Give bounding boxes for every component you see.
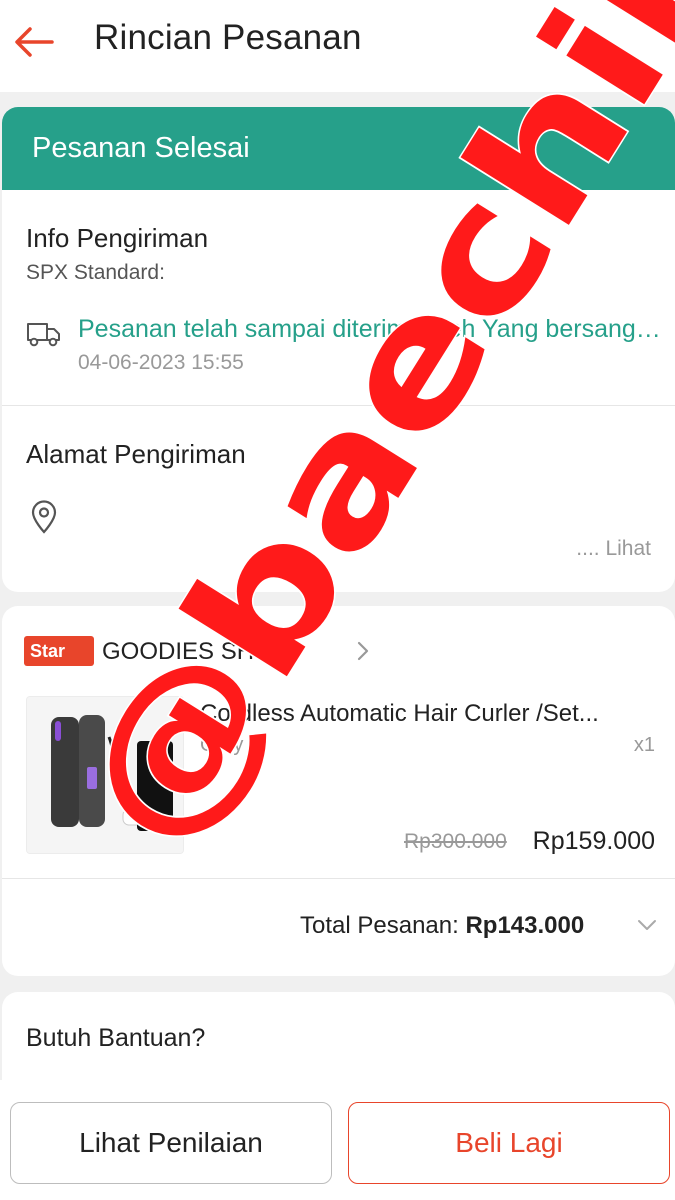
see-more-link[interactable]: .... Lihat bbox=[576, 537, 651, 561]
divider bbox=[2, 878, 675, 879]
shipping-info-title: Info Pengiriman bbox=[26, 223, 209, 253]
truck-icon bbox=[26, 320, 62, 353]
product-image[interactable] bbox=[26, 696, 184, 854]
divider bbox=[2, 405, 675, 406]
buy-again-button[interactable]: Beli Lagi bbox=[348, 1102, 670, 1184]
order-total[interactable]: Total Pesanan: Rp143.000 bbox=[300, 912, 584, 940]
tracking-status-link[interactable]: Pesanan telah sampai diterima oleh Yang … bbox=[78, 315, 663, 344]
map-pin-icon bbox=[30, 500, 58, 539]
order-total-label: Total Pesanan: bbox=[300, 912, 466, 939]
courier-label: SPX Standard: bbox=[26, 261, 165, 284]
product-quantity: x1 bbox=[633, 734, 655, 756]
order-status-card: Pesanan Selesai Info Pengiriman SPX Stan… bbox=[2, 107, 675, 592]
chevron-right-icon[interactable] bbox=[354, 640, 372, 667]
status-banner: Pesanan Selesai bbox=[2, 107, 675, 190]
bottom-action-bar: Lihat Penilaian Beli Lagi bbox=[0, 1080, 675, 1200]
chevron-down-icon[interactable] bbox=[636, 918, 658, 937]
product-name[interactable]: Cordless Automatic Hair Curler /Set... bbox=[200, 700, 655, 728]
order-item-card: Star GOODIES SHOP Cordless Automatic Hai… bbox=[2, 606, 675, 976]
view-review-button[interactable]: Lihat Penilaian bbox=[10, 1102, 332, 1184]
order-total-value: Rp143.000 bbox=[465, 912, 585, 939]
address-title: Alamat Pengiriman bbox=[26, 439, 246, 469]
shop-name-link[interactable]: GOODIES SHOP bbox=[102, 638, 289, 666]
top-bar: Rincian Pesanan bbox=[0, 0, 675, 92]
status-label: Pesanan Selesai bbox=[32, 132, 250, 164]
page-title: Rincian Pesanan bbox=[94, 18, 362, 57]
help-title: Butuh Bantuan? bbox=[26, 1024, 206, 1052]
original-price: Rp300.000 bbox=[404, 830, 507, 853]
product-price: Rp159.000 bbox=[532, 827, 655, 855]
arrow-left-icon bbox=[15, 27, 54, 57]
back-button[interactable] bbox=[10, 20, 58, 64]
shop-badge: Star bbox=[24, 636, 94, 666]
tracking-date: 04-06-2023 15:55 bbox=[78, 351, 244, 374]
product-variant: Gray bbox=[200, 734, 244, 756]
